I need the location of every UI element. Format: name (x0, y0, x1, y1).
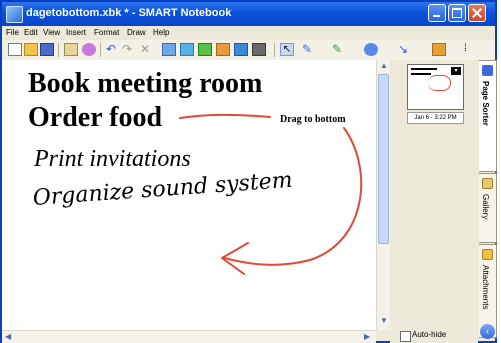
toolbar-overflow-icon[interactable]: ⁞ (464, 43, 478, 56)
gallery-icon (482, 178, 493, 189)
table-icon[interactable] (216, 43, 230, 56)
scroll-up-arrow-icon[interactable]: ▲ (380, 61, 388, 70)
horizontal-scrollbar[interactable]: ◀ ▶ (2, 330, 376, 343)
open-icon[interactable] (24, 43, 38, 56)
insert-icon[interactable] (198, 43, 212, 56)
thumbnail-timestamp: Jan 6 - 3:22 PM (407, 112, 464, 124)
page-sorter-icon (482, 65, 493, 76)
delete-icon[interactable]: ✕ (140, 43, 154, 56)
scroll-right-arrow-icon[interactable]: ▶ (364, 332, 370, 341)
minimize-button[interactable] (428, 4, 446, 22)
menu-bar: File Edit View Insert Format Draw Help (2, 26, 495, 40)
maximize-button[interactable] (448, 4, 466, 22)
title-bar[interactable]: dagetobottom.xbk * - SMART Notebook (2, 2, 495, 26)
menu-help[interactable]: Help (153, 28, 169, 37)
pin-icon[interactable] (82, 43, 96, 56)
side-tabs: Page Sorter Gallery Attachments ‹ (479, 60, 497, 343)
ink-drawing[interactable] (2, 60, 376, 330)
thumbnail-menu-icon[interactable]: ▾ (451, 67, 461, 75)
screen-icon[interactable] (162, 43, 176, 56)
auto-hide-label: Auto-hide (412, 330, 447, 339)
new-page-icon[interactable] (8, 43, 22, 56)
camera-icon[interactable] (252, 43, 266, 56)
attachments-icon (482, 249, 493, 260)
tab-page-sorter[interactable]: Page Sorter (479, 60, 497, 172)
thumb-ink (428, 75, 451, 91)
shape-icon[interactable] (364, 43, 378, 56)
scroll-thumb[interactable] (378, 74, 389, 244)
scroll-left-arrow-icon[interactable]: ◀ (5, 332, 11, 341)
capture-icon[interactable] (180, 43, 194, 56)
toolbar-separator (58, 43, 59, 57)
smart-notebook-icon (6, 6, 23, 23)
notebook-page[interactable]: Book meeting room Order food Drag to bot… (2, 60, 376, 330)
tab-gallery[interactable]: Gallery (479, 173, 497, 243)
paste-icon[interactable] (64, 43, 78, 56)
undo-icon[interactable]: ↶ (106, 43, 120, 56)
pen-icon[interactable]: ✎ (302, 43, 316, 56)
collapse-panel-icon[interactable]: ‹ (480, 324, 495, 339)
menu-insert[interactable]: Insert (66, 28, 86, 37)
close-button[interactable] (468, 4, 486, 22)
redo-icon[interactable]: ↷ (122, 43, 136, 56)
vertical-scrollbar[interactable]: ▲ ▼ (376, 60, 390, 330)
menu-edit[interactable]: Edit (24, 28, 38, 37)
line-icon[interactable]: ↘ (398, 43, 412, 56)
toolbar-separator (274, 43, 275, 57)
thumb-line (411, 73, 431, 75)
menu-format[interactable]: Format (94, 28, 119, 37)
window-title: dagetobottom.xbk * - SMART Notebook (26, 7, 232, 19)
page-thumbnail[interactable]: ▾ (407, 64, 464, 110)
menu-view[interactable]: View (43, 28, 60, 37)
select-icon[interactable]: ↖ (280, 43, 294, 56)
menu-file[interactable]: File (6, 28, 19, 37)
presentation-icon[interactable] (234, 43, 248, 56)
thumb-line (411, 68, 437, 70)
toolbar: ↶ ↷ ✕ ↖ ✎ ✎ ↘ ⁞ (2, 40, 495, 61)
save-icon[interactable] (40, 43, 54, 56)
ink-underline (179, 113, 271, 119)
menu-draw[interactable]: Draw (127, 28, 146, 37)
toolbar-separator (100, 43, 101, 57)
app-window: dagetobottom.xbk * - SMART Notebook File… (0, 0, 497, 343)
fill-icon[interactable] (432, 43, 446, 56)
scroll-down-arrow-icon[interactable]: ▼ (380, 316, 388, 325)
highlighter-icon[interactable]: ✎ (332, 43, 346, 56)
auto-hide-checkbox[interactable] (400, 331, 411, 342)
